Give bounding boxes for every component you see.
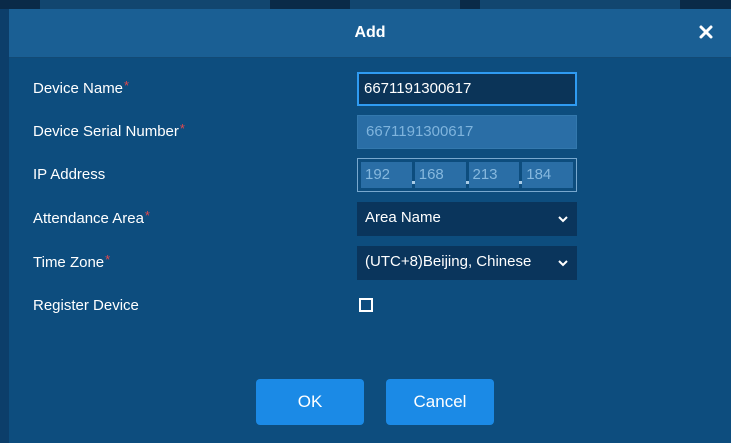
attendance-area-select[interactable]: Area Name xyxy=(357,202,577,236)
ip-segment-4: 184 xyxy=(519,162,573,188)
chevron-down-icon xyxy=(558,216,568,223)
ip-address-label: IP Address xyxy=(33,166,106,183)
attendance-area-label: Attendance Area* xyxy=(33,208,150,227)
close-icon[interactable] xyxy=(695,21,717,43)
ip-dot xyxy=(411,181,415,184)
required-marker: * xyxy=(105,252,111,267)
register-device-checkbox[interactable] xyxy=(359,298,373,312)
attendance-area-row: Attendance Area* Area Name xyxy=(9,202,731,236)
ok-button[interactable]: OK xyxy=(256,379,364,425)
serial-number-row: Device Serial Number* 6671191300617 xyxy=(9,115,731,149)
required-marker: * xyxy=(144,208,150,223)
chevron-down-icon xyxy=(558,260,568,267)
cancel-button[interactable]: Cancel xyxy=(386,379,494,425)
time-zone-select[interactable]: (UTC+8)Beijing, Chinese xyxy=(357,246,577,280)
ip-address-row: IP Address 192 168 213 184 xyxy=(9,158,731,192)
background-window-strip xyxy=(0,0,731,9)
serial-number-input: 6671191300617 xyxy=(357,115,577,149)
ip-dot xyxy=(465,181,469,184)
dialog-title-bar: Add xyxy=(9,9,731,58)
time-zone-label: Time Zone* xyxy=(33,252,111,271)
ip-dot xyxy=(519,181,523,184)
ip-segment-2: 168 xyxy=(411,162,466,188)
serial-number-label: Device Serial Number* xyxy=(33,121,185,140)
device-name-label: Device Name* xyxy=(33,78,130,97)
time-zone-value: (UTC+8)Beijing, Chinese xyxy=(365,253,532,270)
add-device-dialog: Add Device Name* 6671191300617 Device Se… xyxy=(9,9,731,443)
register-device-label: Register Device xyxy=(33,297,139,314)
time-zone-row: Time Zone* (UTC+8)Beijing, Chinese xyxy=(9,246,731,280)
required-marker: * xyxy=(124,78,130,93)
dialog-title: Add xyxy=(354,24,386,41)
ip-address-input: 192 168 213 184 xyxy=(357,158,577,192)
register-device-row: Register Device xyxy=(9,289,731,323)
ip-segment-3: 213 xyxy=(465,162,520,188)
ip-segment-1: 192 xyxy=(361,162,412,188)
device-name-input[interactable]: 6671191300617 xyxy=(357,72,577,106)
required-marker: * xyxy=(179,121,185,136)
device-name-row: Device Name* 6671191300617 xyxy=(9,72,731,106)
attendance-area-value: Area Name xyxy=(365,209,441,226)
